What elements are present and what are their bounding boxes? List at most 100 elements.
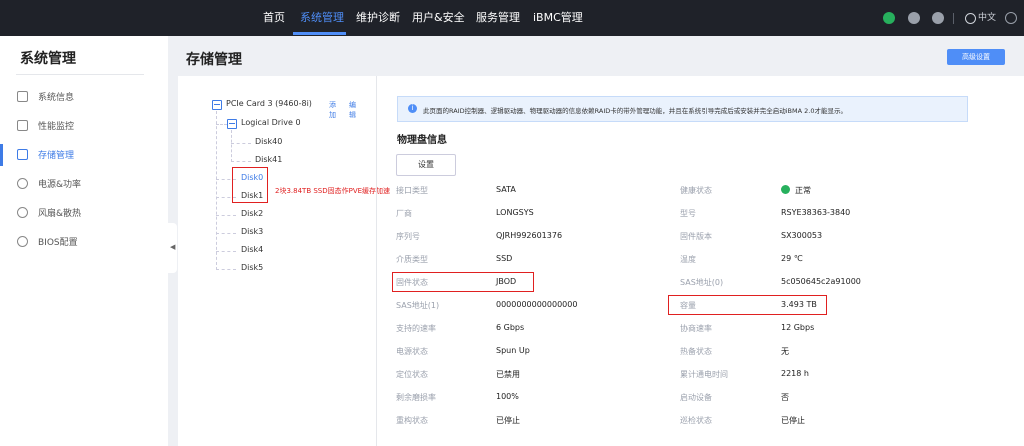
help-icon[interactable] xyxy=(1005,12,1017,24)
detail-value: 已停止 xyxy=(496,416,520,425)
section-title: 物理盘信息 xyxy=(397,135,447,146)
info-text: 此页面的RAID控制器、逻辑驱动器、物理驱动器的信息依赖RAID卡的带外管理功能… xyxy=(423,107,847,115)
top-navigation-bar: 首页 系统管理 维护诊断 用户&安全 服务管理 iBMC管理 中文 xyxy=(0,0,1024,36)
storage-icon xyxy=(17,149,28,160)
chevron-left-icon: ◀ xyxy=(170,243,176,251)
sidebar-item-label: 存储管理 xyxy=(38,151,75,161)
detail-value: 正常 xyxy=(795,186,811,195)
tree-connector xyxy=(231,143,251,144)
sidebar-item-fan[interactable]: 风扇&散热 xyxy=(0,202,168,224)
nav-ibmc-management[interactable]: iBMC管理 xyxy=(533,0,583,36)
detail-label: 型号 xyxy=(680,209,696,218)
user-icon[interactable] xyxy=(932,12,944,24)
sidebar-item-label: 系统信息 xyxy=(38,93,75,103)
add-link[interactable]: 添加 xyxy=(329,100,336,120)
tree-node-logical-drive[interactable]: Logical Drive 0 xyxy=(241,118,301,127)
active-nav-indicator xyxy=(293,32,346,35)
tree-connector xyxy=(216,269,236,270)
annotation-highlight-box xyxy=(668,295,827,315)
divider xyxy=(376,76,377,446)
nav-service-management[interactable]: 服务管理 xyxy=(476,0,520,36)
sidebar: 系统管理 系统信息 性能监控 存储管理 电源&功率 风扇&散热 BIOS配置 xyxy=(0,36,168,446)
sidebar-item-bios[interactable]: BIOS配置 xyxy=(0,231,168,253)
uid-icon[interactable] xyxy=(908,12,920,24)
detail-label: 电源状态 xyxy=(396,347,428,356)
detail-value: 5c050645c2a91000 xyxy=(781,277,861,286)
tree-connector xyxy=(216,124,227,125)
info-banner: i 此页面的RAID控制器、逻辑驱动器、物理驱动器的信息依赖RAID卡的带外管理… xyxy=(397,96,968,122)
edit-link[interactable]: 编辑 xyxy=(349,100,356,120)
detail-value: 12 Gbps xyxy=(781,323,815,332)
divider xyxy=(16,74,144,75)
detail-label: SAS地址(0) xyxy=(680,278,724,287)
detail-label: 支持的速率 xyxy=(396,324,436,333)
nav-home[interactable]: 首页 xyxy=(263,0,285,36)
advanced-settings-button[interactable]: 高级设置 xyxy=(947,49,1005,65)
detail-label: 序列号 xyxy=(396,232,420,241)
detail-value: SATA xyxy=(496,185,516,194)
detail-value: 已禁用 xyxy=(496,370,520,379)
sidebar-item-power[interactable]: 电源&功率 xyxy=(0,173,168,195)
nav-maintenance[interactable]: 维护诊断 xyxy=(356,0,400,36)
nav-user-security[interactable]: 用户&安全 xyxy=(412,0,465,36)
detail-label: 剩余磨损率 xyxy=(396,393,436,402)
detail-value: 否 xyxy=(781,393,789,402)
globe-icon[interactable] xyxy=(965,13,976,24)
collapse-icon[interactable] xyxy=(212,100,222,110)
detail-value: 0000000000000000 xyxy=(496,300,578,309)
tree-node-disk[interactable]: Disk41 xyxy=(255,155,282,164)
tree-connector xyxy=(231,130,232,162)
tree-node-disk[interactable]: Disk3 xyxy=(241,227,263,236)
tree-connector xyxy=(216,233,236,234)
detail-label: 厂商 xyxy=(396,209,412,218)
detail-value: RSYE38363-3840 xyxy=(781,208,851,217)
language-switch[interactable]: 中文 xyxy=(978,0,996,36)
info-icon: i xyxy=(408,104,417,113)
collapse-icon[interactable] xyxy=(227,119,237,129)
tree-node-disk[interactable]: Disk2 xyxy=(241,209,263,218)
list-icon xyxy=(17,91,28,102)
detail-value: 无 xyxy=(781,347,789,356)
sidebar-item-label: 风扇&散热 xyxy=(38,209,82,219)
detail-label: 巡检状态 xyxy=(680,416,712,425)
sidebar-item-system-info[interactable]: 系统信息 xyxy=(0,86,168,108)
detail-value: 29 ℃ xyxy=(781,254,803,263)
page-title: 存储管理 xyxy=(186,52,242,68)
detail-value: 100% xyxy=(496,392,519,401)
sidebar-item-performance[interactable]: 性能监控 xyxy=(0,115,168,137)
check-circle-icon xyxy=(781,185,790,194)
detail-value: QJRH992601376 xyxy=(496,231,563,240)
nav-system-management[interactable]: 系统管理 xyxy=(300,0,344,36)
sidebar-item-label: 电源&功率 xyxy=(38,180,82,190)
detail-label: 介质类型 xyxy=(396,255,428,264)
detail-label: 接口类型 xyxy=(396,186,428,195)
tree-node-controller[interactable]: PCIe Card 3 (9460-8i) xyxy=(226,99,312,108)
detail-label: 定位状态 xyxy=(396,370,428,379)
detail-label: 协商速率 xyxy=(680,324,712,333)
tree-node-disk[interactable]: Disk5 xyxy=(241,263,263,272)
detail-label: 固件版本 xyxy=(680,232,712,241)
detail-value: 6 Gbps xyxy=(496,323,525,332)
detail-value: SX300053 xyxy=(781,231,823,240)
detail-label: 启动设备 xyxy=(680,393,712,402)
storage-panel: PCIe Card 3 (9460-8i) 添加 编辑 Logical Driv… xyxy=(178,76,1024,446)
annotation-highlight-box xyxy=(392,272,534,292)
tree-connector xyxy=(216,251,236,252)
tree-node-disk[interactable]: Disk40 xyxy=(255,137,282,146)
detail-label: 重构状态 xyxy=(396,416,428,425)
detail-label: 累计通电时间 xyxy=(680,370,728,379)
tree-node-disk[interactable]: Disk4 xyxy=(241,245,263,254)
active-indicator xyxy=(0,144,3,166)
sidebar-item-label: BIOS配置 xyxy=(38,238,78,248)
sidebar-title: 系统管理 xyxy=(20,51,76,67)
settings-button[interactable]: 设置 xyxy=(396,154,456,176)
gear-icon xyxy=(17,236,28,247)
detail-value: LONGSYS xyxy=(496,208,534,217)
sidebar-collapse-button[interactable]: ◀ xyxy=(168,223,177,273)
power-icon xyxy=(17,178,28,189)
power-icon[interactable] xyxy=(883,12,895,24)
detail-label: 热备状态 xyxy=(680,347,712,356)
sidebar-item-label: 性能监控 xyxy=(38,122,75,132)
sidebar-item-storage[interactable]: 存储管理 xyxy=(0,144,168,166)
annotation-highlight-box xyxy=(232,167,268,203)
